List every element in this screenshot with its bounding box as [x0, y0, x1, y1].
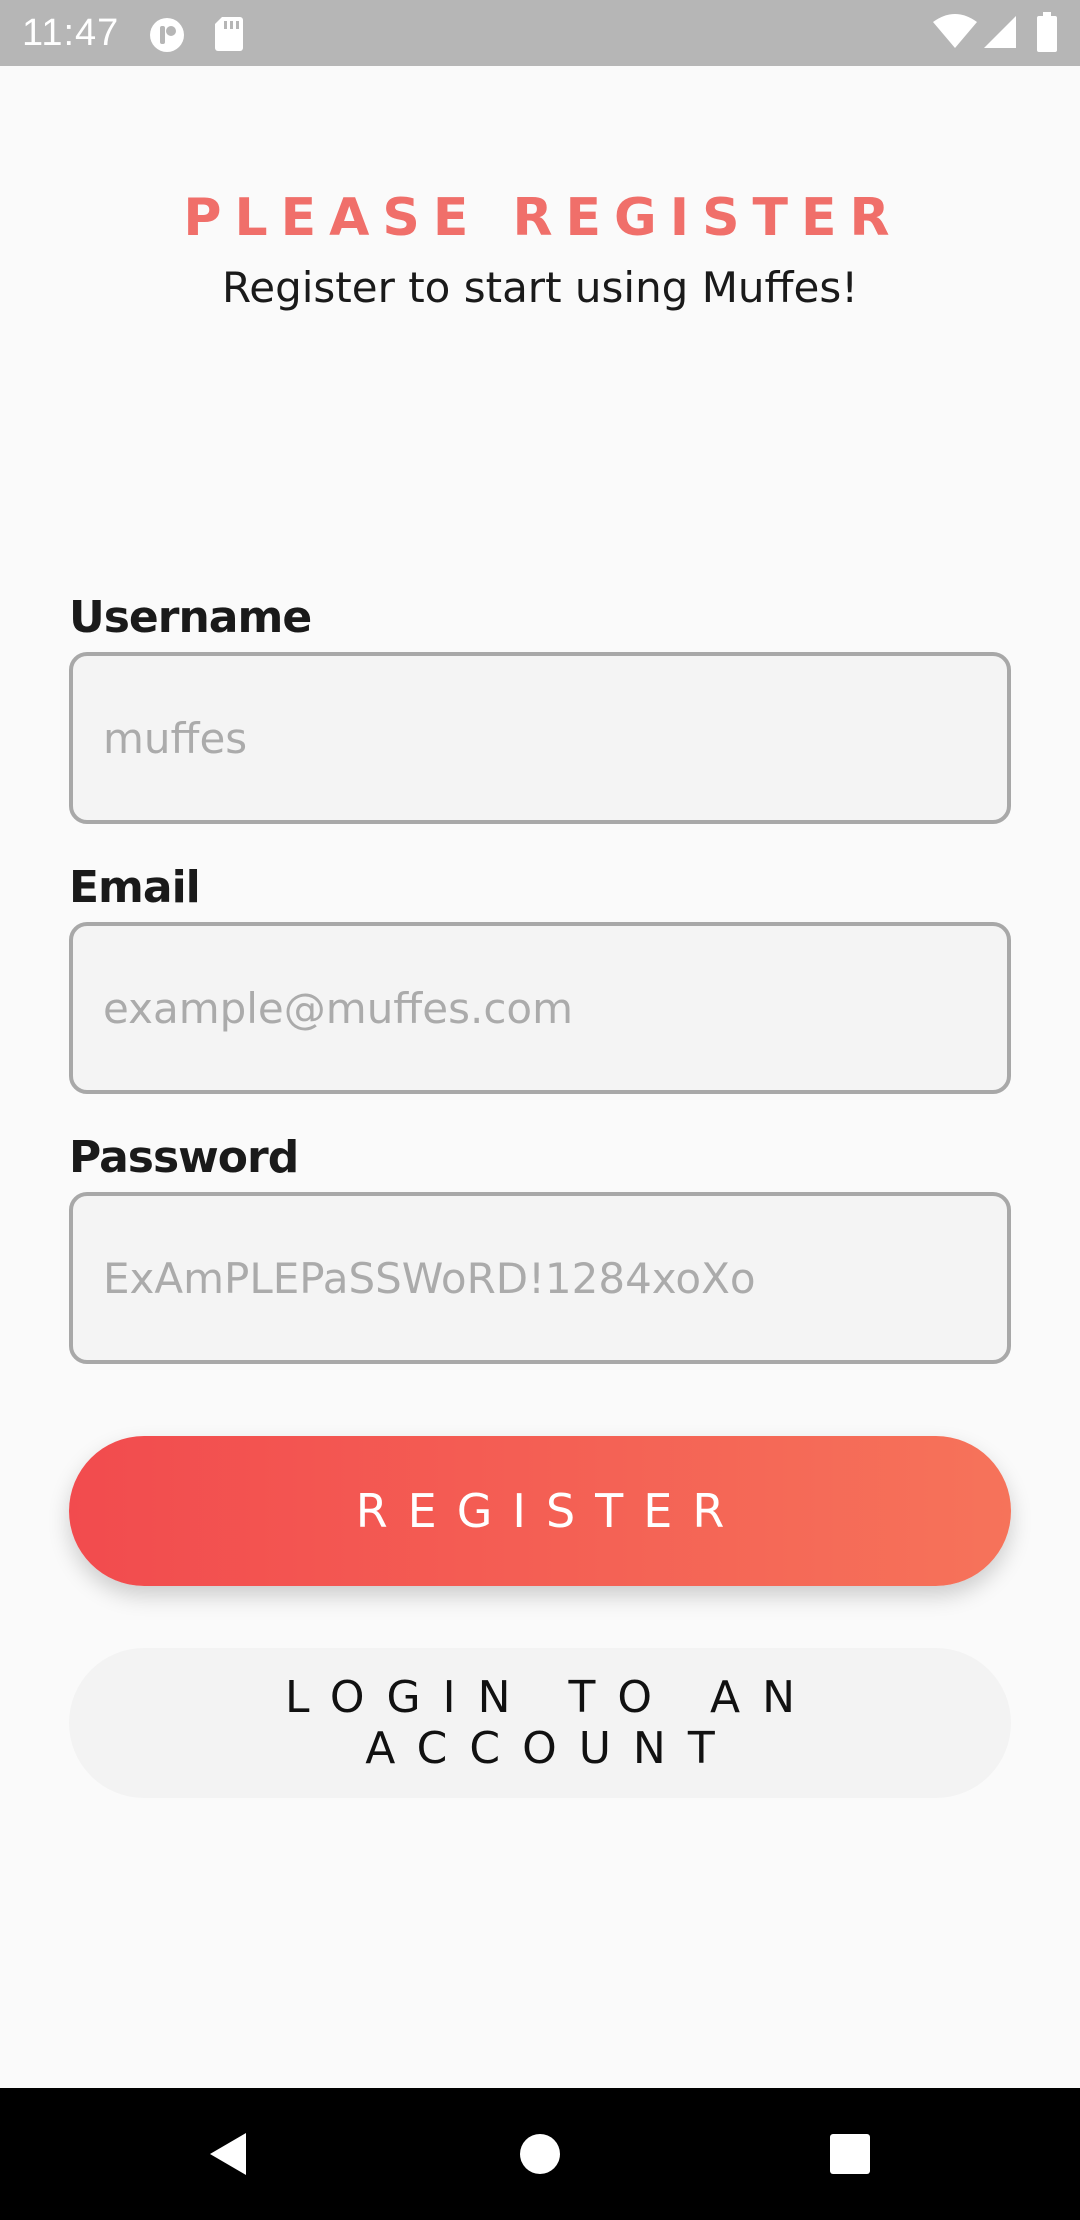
- email-input[interactable]: [69, 922, 1011, 1094]
- username-input[interactable]: [69, 652, 1011, 824]
- status-time: 11:47: [22, 12, 120, 54]
- home-icon: [520, 2134, 560, 2174]
- recents-icon: [830, 2134, 870, 2174]
- login-to-account-button[interactable]: LOGIN TO AN ACCOUNT: [69, 1648, 1011, 1798]
- app-notification-icon: [150, 18, 184, 52]
- password-label: Password: [69, 1132, 299, 1183]
- status-bar: 11:47: [0, 0, 1080, 66]
- password-input[interactable]: [69, 1192, 1011, 1364]
- username-label: Username: [69, 592, 312, 643]
- battery-icon: [1037, 12, 1057, 52]
- sd-card-icon: [215, 17, 243, 51]
- wifi-icon: [933, 14, 977, 48]
- nav-recents-button[interactable]: [770, 2088, 930, 2220]
- nav-back-button[interactable]: [148, 2088, 308, 2220]
- nav-home-button[interactable]: [460, 2088, 620, 2220]
- page-subtitle: Register to start using Muffes!: [221, 263, 859, 312]
- page-title: PLEASE REGISTER: [183, 188, 903, 248]
- back-icon: [210, 2133, 246, 2175]
- cell-signal-icon: [984, 16, 1016, 48]
- email-label: Email: [69, 862, 201, 913]
- register-button[interactable]: REGISTER: [69, 1436, 1011, 1586]
- system-navigation-bar: [0, 2088, 1080, 2220]
